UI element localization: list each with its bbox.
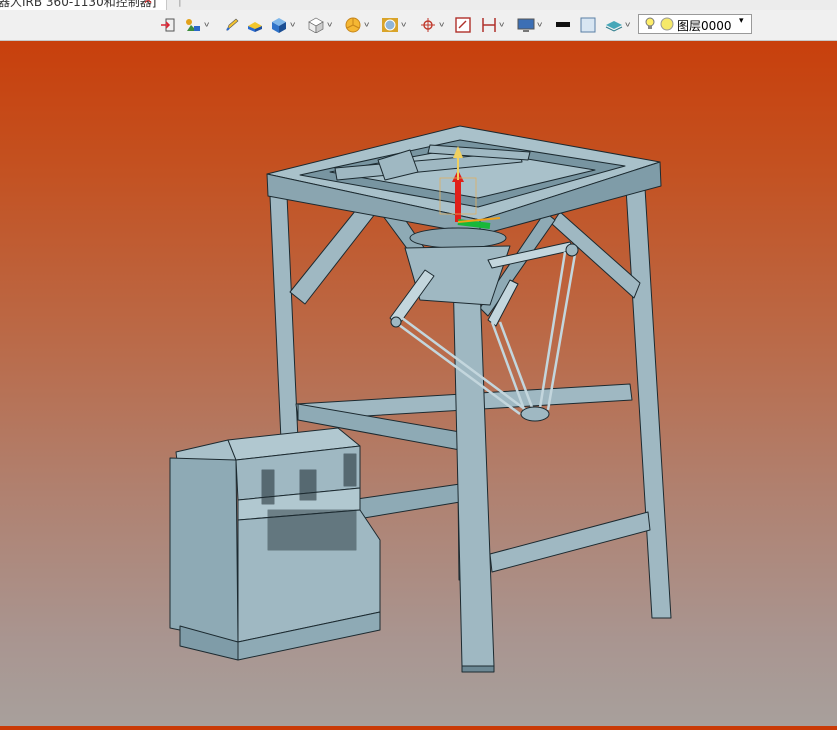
chevron-down-icon[interactable]: v: [401, 21, 406, 29]
chevron-down-icon[interactable]: v: [364, 21, 369, 29]
layer-stack-button[interactable]: v: [605, 16, 630, 33]
layer-select[interactable]: 图层0000 ▾: [638, 14, 752, 34]
document-tab-title: 器人IRB 360-1130和控制器]: [0, 0, 157, 9]
move-icon: [186, 18, 200, 31]
monitor-button[interactable]: v: [517, 16, 542, 33]
layer-stack-icon: [605, 20, 623, 32]
frame-brace-left: [289, 204, 376, 305]
tab-separator: |: [178, 0, 182, 7]
cube-blue-button[interactable]: v: [270, 16, 295, 33]
exit-button[interactable]: [160, 16, 176, 33]
bracket-icon: [482, 17, 496, 32]
frame-rail-bottom-right: [489, 511, 651, 573]
controller-side: [169, 457, 239, 643]
pie-icon: [345, 17, 361, 32]
chevron-down-icon[interactable]: v: [625, 21, 630, 29]
view-button[interactable]: v: [381, 16, 406, 33]
color-black-button[interactable]: [555, 16, 571, 33]
chevron-down-icon[interactable]: v: [327, 21, 332, 29]
cube-blue-icon: [272, 17, 286, 33]
frame-leg-back-right: [625, 187, 672, 619]
chevron-down-icon[interactable]: v: [290, 21, 295, 29]
3d-viewport[interactable]: [0, 41, 837, 726]
pencil-icon: [226, 18, 239, 31]
view-icon: [382, 17, 398, 32]
chevron-down-icon[interactable]: v: [439, 21, 444, 29]
chevron-down-icon[interactable]: v: [537, 21, 542, 29]
box-yellow-icon: [248, 21, 262, 32]
snap-button[interactable]: v: [419, 16, 444, 33]
robot-cell-model: [169, 125, 672, 673]
color-black-icon: [556, 21, 570, 27]
robot-end-effector: [520, 406, 550, 422]
pie-button[interactable]: v: [344, 16, 369, 33]
frame-leg-back-left: [269, 195, 299, 441]
chevron-down-icon[interactable]: ▾: [739, 16, 744, 26]
view-toolbar: v v v v v v v v v 图层0000 ▾: [0, 10, 837, 41]
chevron-down-icon[interactable]: v: [499, 21, 504, 29]
close-icon[interactable]: ✕: [143, 0, 153, 7]
layer-color-icon[interactable]: [660, 17, 674, 31]
pencil-button[interactable]: [224, 16, 240, 33]
exit-icon: [161, 18, 175, 31]
move-button[interactable]: v: [184, 16, 209, 33]
frame-rail-bottom-front: [349, 483, 461, 521]
snap-icon: [421, 17, 435, 32]
bulb-icon[interactable]: [643, 16, 657, 32]
monitor-icon: [517, 18, 535, 32]
box-yellow-button[interactable]: [246, 16, 264, 33]
color-light-icon: [580, 17, 596, 32]
bracket-button[interactable]: v: [481, 16, 504, 33]
cube-white-button[interactable]: v: [307, 16, 332, 33]
robot-base: [409, 227, 507, 249]
chevron-down-icon[interactable]: v: [204, 21, 209, 29]
box-red-icon: [455, 16, 471, 33]
cube-white-icon: [308, 17, 324, 33]
document-tab[interactable]: 器人IRB 360-1130和控制器] ✕: [0, 0, 167, 10]
box-red-button[interactable]: [455, 16, 471, 33]
layer-name: 图层0000: [677, 19, 732, 33]
controller-vent: [267, 509, 357, 551]
color-light-button[interactable]: [580, 16, 596, 33]
